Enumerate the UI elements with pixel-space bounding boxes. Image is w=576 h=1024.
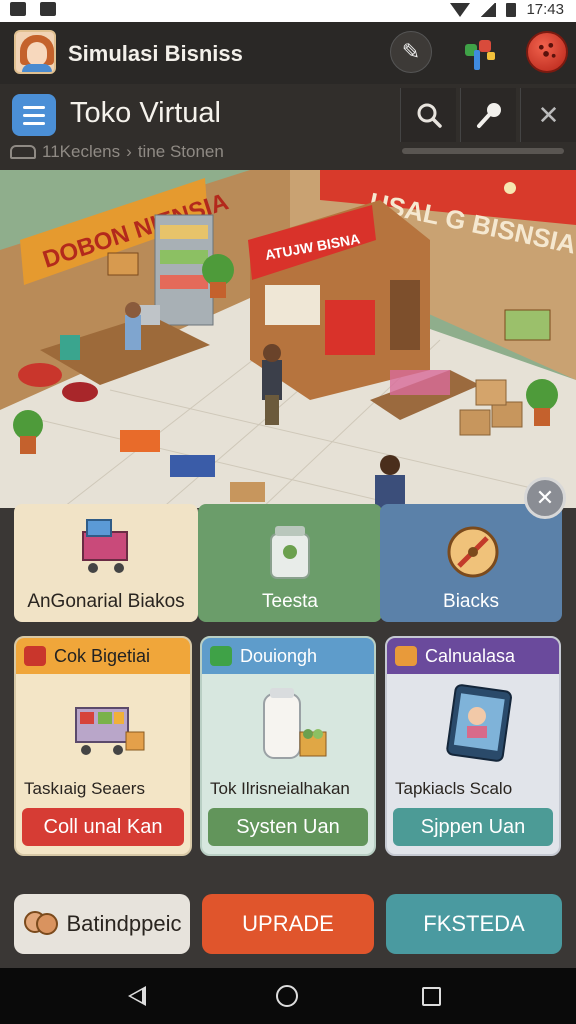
milk-jar-icon xyxy=(263,688,327,759)
shop-icon xyxy=(10,145,36,159)
card-title: Calnualasa xyxy=(425,645,516,666)
rewards-button[interactable] xyxy=(458,31,500,73)
card-title: Cok Bigetiai xyxy=(54,645,151,666)
battery-icon xyxy=(506,2,517,17)
toolbar-scrollbar[interactable] xyxy=(402,148,564,154)
product-card[interactable]: Cok Bigetiai Taskıaig Seaers Coll unal K… xyxy=(14,636,192,856)
signal-icon xyxy=(480,2,497,17)
wifi-icon xyxy=(450,2,471,17)
pin-icon xyxy=(476,103,501,128)
breadcrumb: 11Keclens › tine Stonen xyxy=(10,142,224,162)
menu-button[interactable] xyxy=(12,94,56,136)
product-card[interactable]: Douiongh Tok Ilrisneialhakan Systen Uan xyxy=(200,636,376,856)
upgrade-button[interactable]: UPRADE xyxy=(202,894,374,954)
close-icon: ✕ xyxy=(535,485,555,510)
notification-icon xyxy=(10,2,26,16)
breadcrumb-page[interactable]: tine Stonen xyxy=(138,142,224,162)
category-label: Teesta xyxy=(262,591,318,612)
search-button[interactable] xyxy=(400,88,456,142)
card-description: Taskıaig Seaers xyxy=(24,779,145,798)
avatar[interactable] xyxy=(14,30,56,74)
card-description: Tok Ilrisneialhakan xyxy=(210,779,350,798)
people-icon xyxy=(23,911,58,935)
product-card[interactable]: Calnualasa Tapkiacls Scalo Sjppen Uan xyxy=(385,636,561,856)
category-label: AnGonarial Biakos xyxy=(27,591,185,612)
panel-close-button[interactable]: ✕ xyxy=(524,477,566,519)
store-scene[interactable]: DOBON NIENSIA USAL G BISNSIA ATUJW BISNA xyxy=(0,170,576,510)
partners-button[interactable]: Batindppeic xyxy=(14,894,190,954)
status-time: 17:43 xyxy=(526,1,564,18)
buy-button[interactable]: Coll unal Kan xyxy=(22,808,184,846)
box-icon xyxy=(210,646,232,666)
tools-button[interactable]: ✎ xyxy=(390,31,432,73)
home-icon[interactable] xyxy=(276,985,298,1007)
category-label: Biacks xyxy=(443,591,499,612)
settings-ball-button[interactable] xyxy=(526,31,568,73)
close-button[interactable]: ✕ xyxy=(520,88,576,142)
notification-icon xyxy=(40,2,56,16)
page-title: Toko Virtual xyxy=(70,97,221,129)
breadcrumb-separator: › xyxy=(126,142,132,161)
status-bar: 17:43 xyxy=(0,0,576,22)
recent-apps-icon[interactable] xyxy=(422,987,441,1006)
card-description: Tapkiacls Scalo xyxy=(395,779,513,798)
category-tab-biacks[interactable]: Biacks xyxy=(380,504,562,622)
shopping-cart-icon xyxy=(82,519,128,573)
card-header: Cok Bigetiai xyxy=(16,638,190,674)
system-nav-bar xyxy=(0,968,576,1024)
breadcrumb-count[interactable]: 11Keclens xyxy=(42,142,120,162)
app-title: Simulasi Bisniss xyxy=(68,41,243,66)
tools-icon: ✎ xyxy=(401,39,421,64)
shop-button[interactable]: Sjppen Uan xyxy=(393,808,553,846)
card-title: Douiongh xyxy=(240,645,318,666)
bag-icon xyxy=(395,646,417,666)
card-header: Douiongh xyxy=(202,638,374,674)
tablet-icon xyxy=(446,684,512,762)
search-icon xyxy=(417,103,442,128)
fruit-basket-icon xyxy=(24,646,46,666)
produce-cart-icon xyxy=(75,707,145,755)
close-icon: ✕ xyxy=(537,99,560,130)
compass-icon xyxy=(447,526,499,578)
system-button[interactable]: Systen Uan xyxy=(208,808,368,846)
pin-button[interactable] xyxy=(460,88,516,142)
back-icon[interactable] xyxy=(128,986,146,1006)
jar-icon xyxy=(270,526,310,579)
card-header: Calnualasa xyxy=(387,638,559,674)
extend-button[interactable]: FKSTEDA xyxy=(386,894,562,954)
category-tab-general[interactable]: AnGonarial Biakos xyxy=(14,504,198,622)
gift-icon xyxy=(459,32,499,72)
app-bar: Simulasi Bisniss ✎ xyxy=(0,22,576,84)
store-illustration: DOBON NIENSIA USAL G BISNSIA ATUJW BISNA xyxy=(0,170,576,510)
category-tab-teesta[interactable]: Teesta xyxy=(198,504,382,622)
partners-label: Batindppeic xyxy=(66,911,182,936)
ball-icon xyxy=(538,42,556,58)
